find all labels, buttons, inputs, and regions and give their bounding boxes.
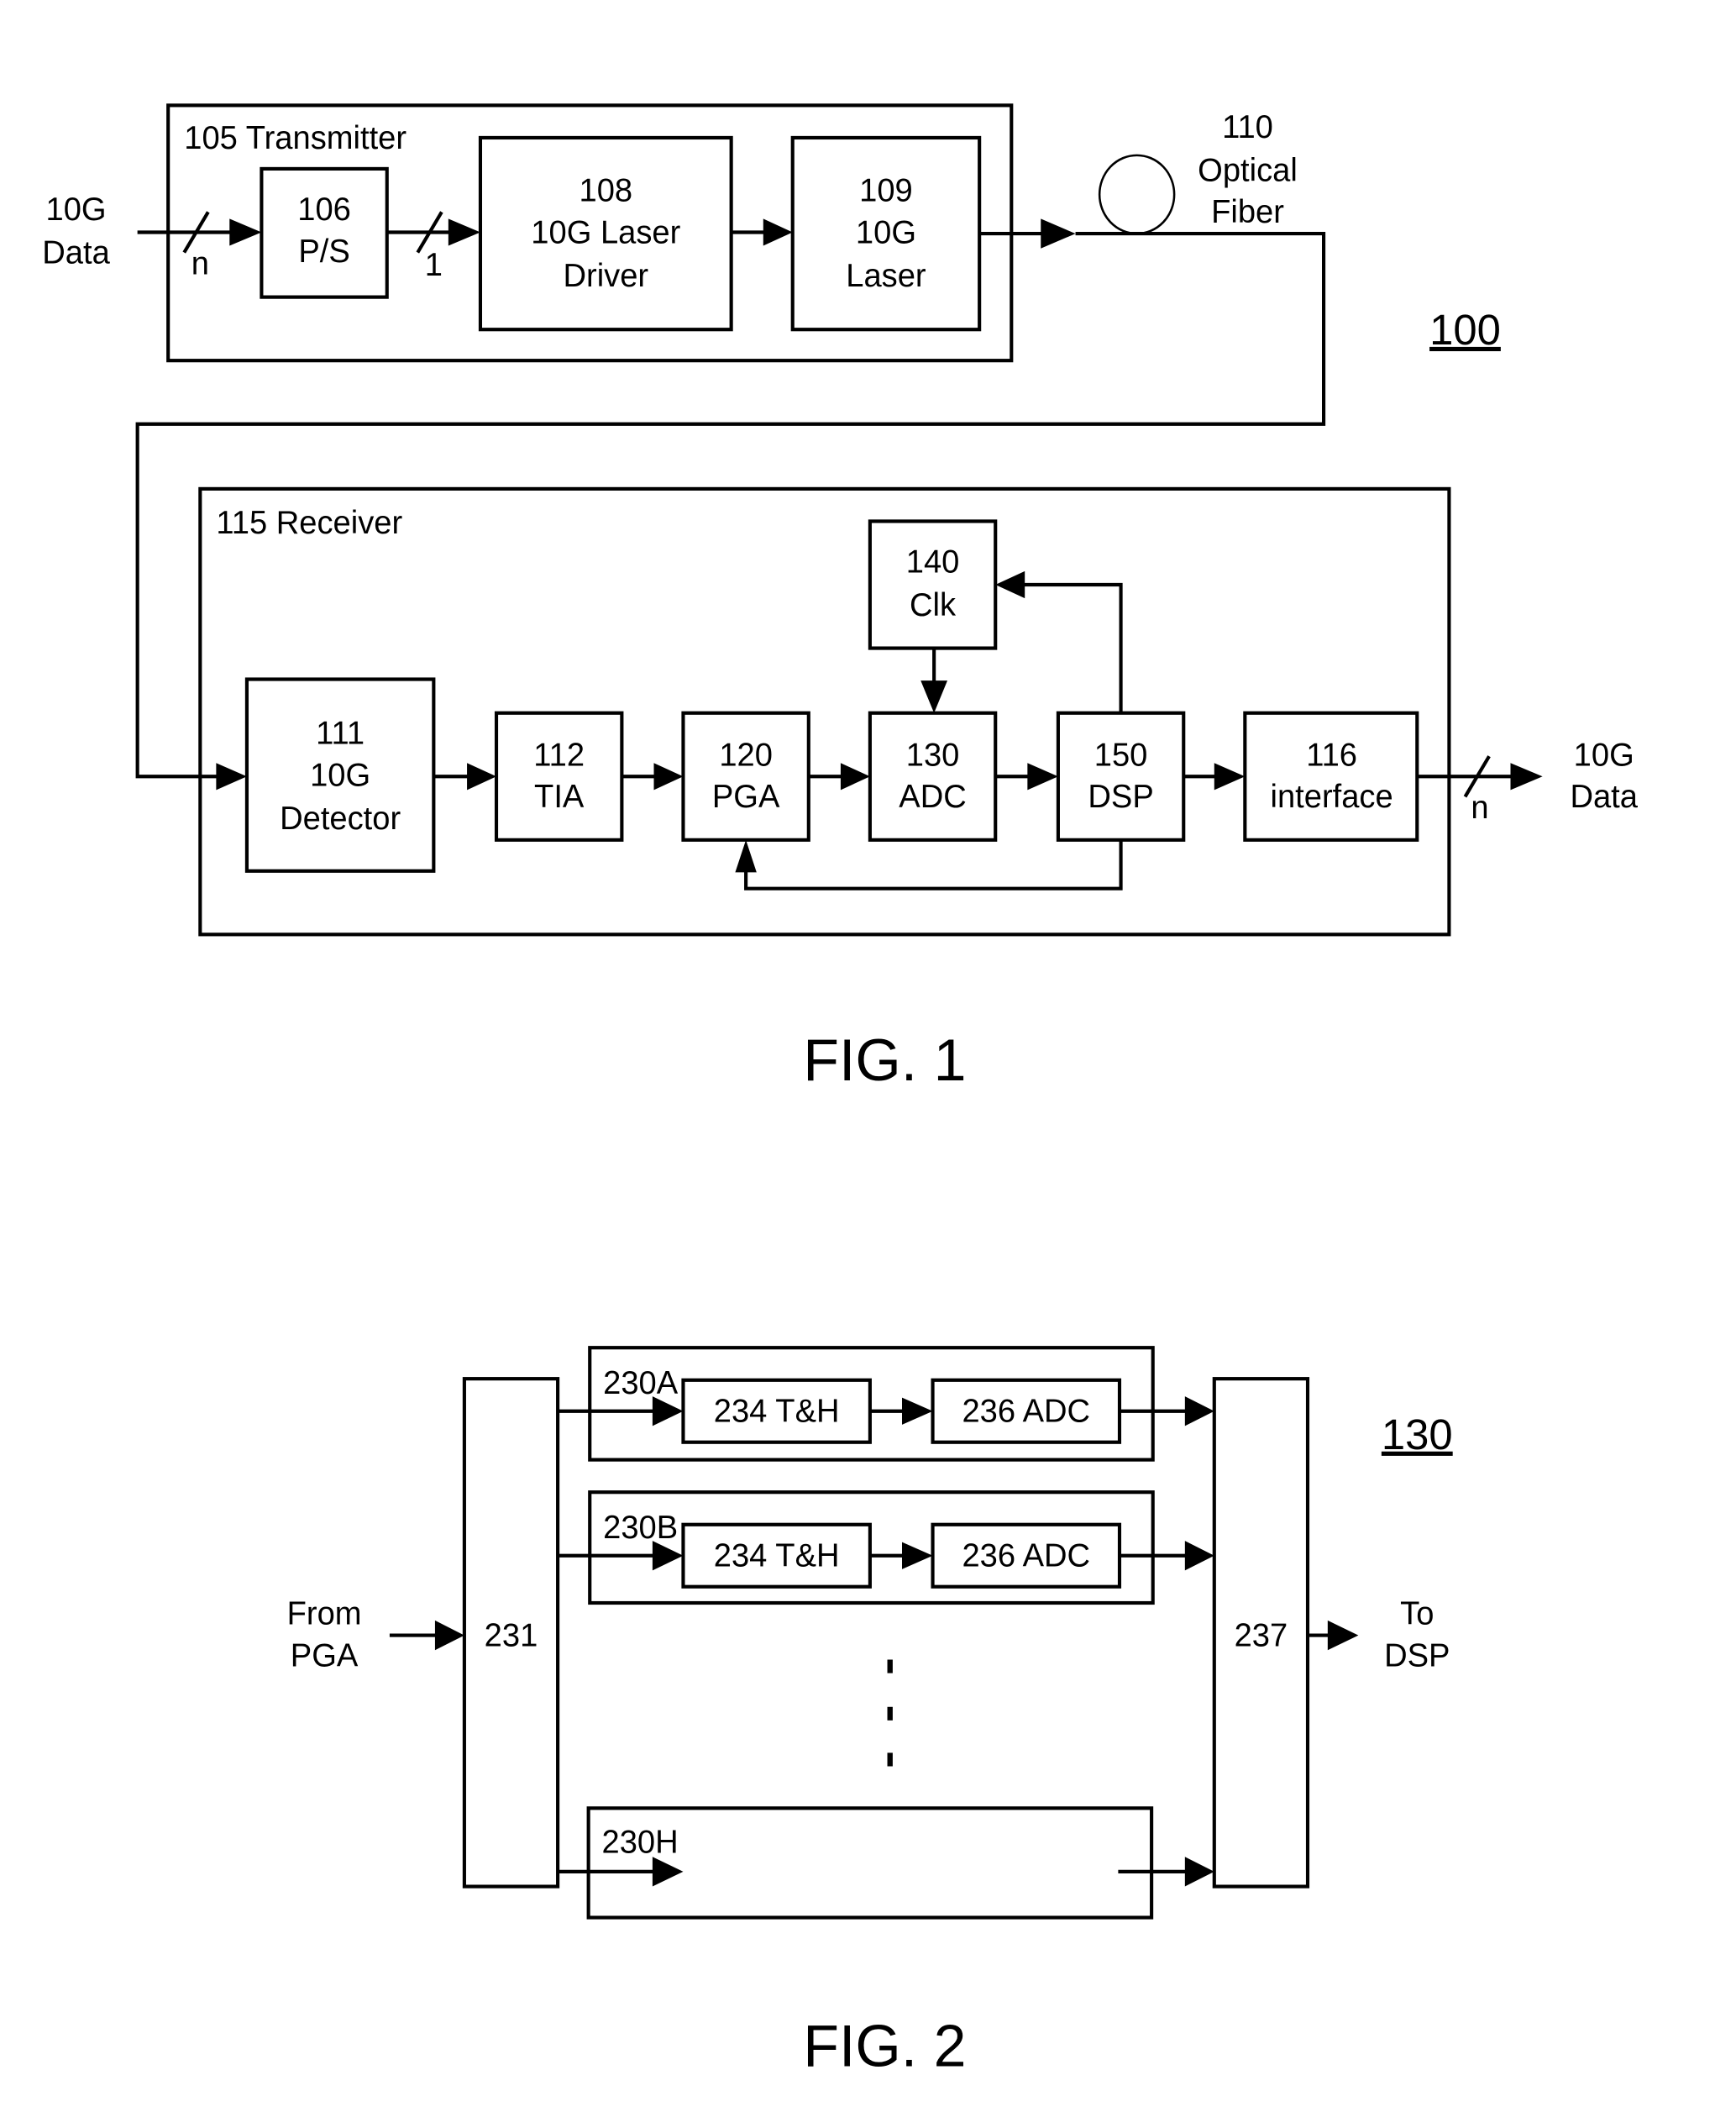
- figure-1: 10G Data 105 Transmitter n 106 P/S 1 108…: [42, 103, 1639, 1093]
- arrowhead-icon: [467, 763, 497, 791]
- arrowhead-icon: [1184, 1857, 1214, 1887]
- pga-block: [681, 711, 810, 842]
- arrowhead-icon: [902, 1542, 933, 1569]
- fig2-input-line1: From: [287, 1596, 362, 1632]
- detector-name1: 10G: [310, 757, 370, 793]
- input-bus-width: n: [191, 245, 209, 281]
- figure-1-caption: FIG. 1: [803, 1027, 966, 1093]
- arrowhead-icon: [735, 839, 757, 873]
- arrowhead-icon: [1327, 1620, 1359, 1651]
- arrowhead-icon: [920, 680, 948, 713]
- output-bus-width: n: [1471, 790, 1488, 826]
- ps-number: 106: [297, 192, 351, 228]
- arrowhead-icon: [448, 218, 480, 246]
- dsp-to-pga-feedback: [744, 839, 1123, 891]
- lane-a-label: 230A: [603, 1365, 678, 1401]
- lane-b-adc-label: 236 ADC: [962, 1537, 1090, 1573]
- laser-driver-number: 108: [580, 172, 633, 208]
- mux-label: 237: [1235, 1617, 1288, 1653]
- fiber-number: 110: [1222, 109, 1273, 145]
- pga-name: PGA: [712, 779, 780, 815]
- arrowhead-icon: [229, 218, 262, 246]
- clock-block: [868, 519, 998, 650]
- patent-drawing: 10G Data 105 Transmitter n 106 P/S 1 108…: [42, 103, 1639, 2078]
- interface-block: [1243, 711, 1419, 842]
- dsp-block: [1056, 711, 1186, 842]
- input-label-line1: 10G: [46, 192, 107, 228]
- arrowhead-icon: [1510, 763, 1543, 791]
- dsp-to-clock-feedback: [1014, 582, 1123, 713]
- dsp-number: 150: [1094, 737, 1148, 773]
- lane-b-track-hold-label: 234 T&H: [714, 1537, 840, 1573]
- dsp-name: DSP: [1088, 779, 1153, 815]
- arrowhead-icon: [1184, 1396, 1214, 1426]
- laser-name2: Laser: [846, 258, 926, 294]
- adc-reference: 130: [1382, 1410, 1453, 1458]
- clock-name: Clk: [910, 587, 957, 623]
- input-label-line2: Data: [42, 234, 110, 271]
- detector-number: 111: [316, 715, 365, 751]
- ps-out-bus-width: 1: [425, 247, 443, 283]
- ellipsis-dot: [887, 1706, 893, 1721]
- arrowhead-icon: [1027, 763, 1058, 791]
- arrowhead-icon: [840, 763, 870, 791]
- adc-name: ADC: [899, 779, 966, 815]
- adc-number: 130: [906, 737, 960, 773]
- arrowhead-icon: [1214, 763, 1246, 791]
- lane-a-adc-label: 236 ADC: [962, 1393, 1090, 1429]
- lane-b-label: 230B: [603, 1510, 678, 1546]
- figure-2-caption: FIG. 2: [803, 2012, 966, 2078]
- laser-driver-name1: 10G Laser: [531, 214, 680, 250]
- interface-number: 116: [1306, 737, 1357, 773]
- arrowhead-icon: [1041, 218, 1076, 249]
- receiver-label: 115 Receiver: [216, 505, 402, 541]
- clock-number: 140: [906, 544, 960, 580]
- system-reference: 100: [1429, 306, 1501, 354]
- ellipsis-dot: [887, 1659, 893, 1673]
- tia-number: 112: [533, 737, 585, 773]
- fig2-input-line2: PGA: [291, 1637, 359, 1673]
- demux-label: 231: [485, 1617, 538, 1653]
- fiber-name2: Fiber: [1211, 194, 1284, 230]
- laser-name1: 10G: [856, 214, 916, 250]
- output-label-line2: Data: [1570, 779, 1638, 815]
- arrowhead-icon: [1184, 1541, 1214, 1571]
- output-label-line1: 10G: [1574, 737, 1634, 773]
- lane-a-track-hold-label: 234 T&H: [714, 1393, 840, 1429]
- pga-number: 120: [719, 737, 773, 773]
- ellipsis-dot: [887, 1752, 893, 1767]
- arrowhead-icon: [763, 218, 793, 246]
- transmitter-label: 105 Transmitter: [184, 120, 406, 156]
- lane-h-label: 230H: [602, 1824, 679, 1860]
- tia-name: TIA: [534, 779, 585, 815]
- arrowhead-icon: [434, 1620, 464, 1651]
- adc-block: [868, 711, 998, 842]
- fiber-name1: Optical: [1198, 152, 1298, 188]
- tia-block: [494, 711, 624, 842]
- ps-name: P/S: [298, 234, 349, 270]
- laser-driver-name2: Driver: [563, 258, 648, 294]
- fiber-coil-icon: [1098, 154, 1176, 235]
- arrowhead-icon: [653, 763, 684, 791]
- arrowhead-icon: [902, 1397, 933, 1425]
- fig2-output-line1: To: [1400, 1596, 1434, 1632]
- arrowhead-icon: [652, 1857, 684, 1887]
- figure-2: From PGA 231 230A 234 T&H 236 ADC 230B 2…: [287, 1346, 1453, 2078]
- fig2-output-line2: DSP: [1384, 1637, 1450, 1673]
- interface-name: interface: [1270, 779, 1392, 815]
- arrowhead-icon: [995, 570, 1025, 599]
- arrowhead-icon: [216, 763, 247, 791]
- detector-name2: Detector: [280, 801, 401, 837]
- laser-number: 109: [859, 172, 913, 208]
